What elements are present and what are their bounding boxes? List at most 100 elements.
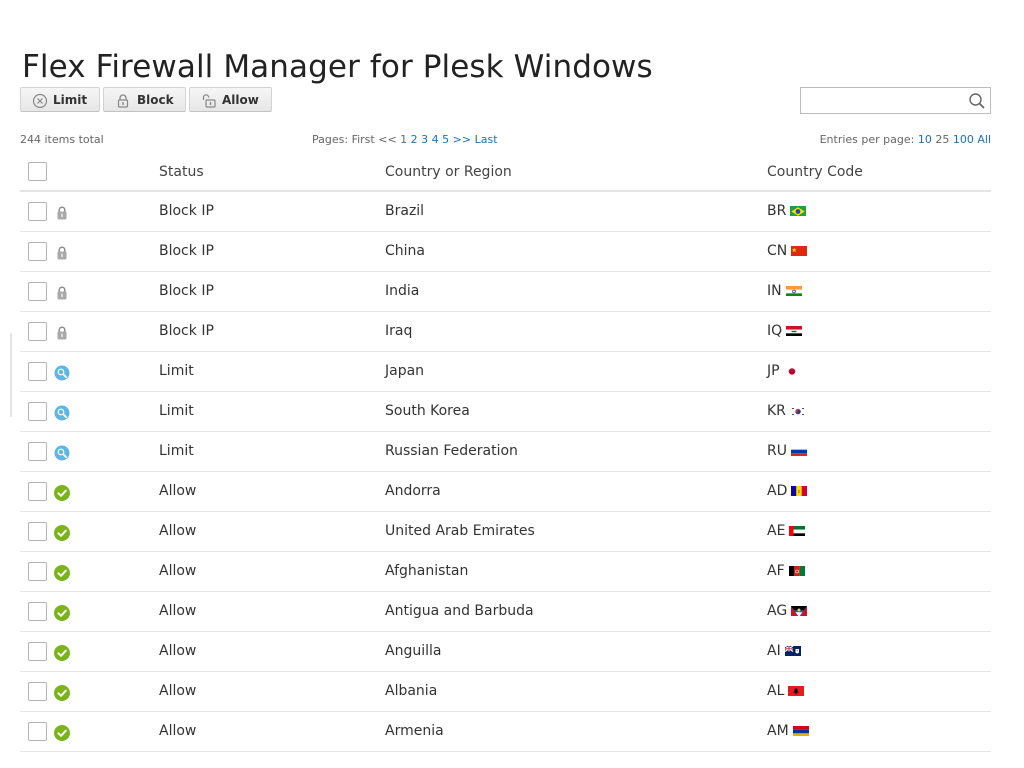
page-link[interactable]: 4 [432,133,439,146]
header-status[interactable]: Status [159,164,204,181]
flag-af-icon [788,565,805,576]
page-link[interactable]: 2 [411,133,418,146]
row-checkbox[interactable] [28,242,47,261]
country-code-cell: AG [767,603,808,620]
table-row[interactable]: Limit Russian Federation RU [20,432,991,472]
table-row[interactable]: Allow Anguilla AI [20,632,991,672]
row-checkbox[interactable] [28,322,47,341]
page-prev: << [378,133,397,146]
row-checkbox[interactable] [28,682,47,701]
country-code-text: AI [767,643,781,659]
status-cell: Block IP [159,203,214,219]
page-next-link[interactable]: >> [453,133,471,146]
table-row[interactable]: Block IP Iraq IQ [20,312,991,352]
table-row[interactable]: Block IP India IN [20,272,991,312]
country-cell: Brazil [385,203,425,219]
table-body: Block IP Brazil BR Block IP China CN Block IP I… [20,192,991,752]
country-cell: South Korea [385,403,470,419]
country-code-text: CN [767,243,788,259]
allow-icon [54,525,70,541]
allow-icon [54,725,70,741]
country-cell: Anguilla [385,643,442,659]
flag-al-icon [788,685,805,696]
country-code-text: AD [767,483,788,499]
search-input[interactable] [805,91,963,110]
country-cell: United Arab Emirates [385,523,535,539]
header-country[interactable]: Country or Region [385,164,512,181]
search-icon[interactable] [968,92,986,110]
block-button[interactable]: Block [103,87,186,112]
row-checkbox[interactable] [28,202,47,221]
table-row[interactable]: Block IP China CN [20,232,991,272]
page-link[interactable]: 5 [442,133,449,146]
status-cell: Block IP [159,323,214,339]
table-row[interactable]: Allow Antigua and Barbuda AG [20,592,991,632]
entries-label: Entries per page: [819,133,915,146]
country-cell: Japan [385,363,425,379]
country-code-cell: RU [767,443,807,460]
country-cell: Antigua and Barbuda [385,603,534,619]
flag-in-icon [785,285,802,296]
table-row[interactable]: Allow United Arab Emirates AE [20,512,991,552]
lock-icon [115,93,131,109]
country-code-text: AM [767,723,789,739]
country-code-cell: AF [767,563,805,580]
country-code-text: KR [767,403,786,419]
entries-option[interactable]: All [977,133,991,146]
page-last-link[interactable]: Last [475,133,498,146]
select-all-checkbox[interactable] [28,162,47,181]
row-checkbox[interactable] [28,522,47,541]
scrollbar-track[interactable] [10,333,12,417]
row-checkbox[interactable] [28,642,47,661]
flag-jp-icon [783,365,800,376]
country-cell: Andorra [385,483,441,499]
row-checkbox[interactable] [28,722,47,741]
firewall-table: Status Country or Region Country Code Bl… [20,152,991,752]
country-code-cell: IN [767,283,802,300]
country-cell: China [385,243,425,259]
page-first: First [351,133,375,146]
header-country-code[interactable]: Country Code [767,164,863,181]
flag-ae-icon [789,525,806,536]
status-cell: Allow [159,603,197,619]
row-checkbox[interactable] [28,602,47,621]
entries-option[interactable]: 25 [935,133,949,146]
table-row[interactable]: Allow Albania AL [20,672,991,712]
status-cell: Block IP [159,283,214,299]
country-code-text: IQ [767,323,783,339]
country-code-cell: AL [767,683,805,700]
limit-icon [54,445,70,461]
row-checkbox[interactable] [28,282,47,301]
table-row[interactable]: Limit South Korea KR [20,392,991,432]
country-code-cell: IQ [767,323,803,340]
unlock-icon [201,93,217,109]
status-cell: Limit [159,403,194,419]
row-checkbox[interactable] [28,562,47,581]
entries-option[interactable]: 100 [953,133,974,146]
table-row[interactable]: Limit Japan JP [20,352,991,392]
items-total: 244 items total [20,133,104,146]
table-row[interactable]: Allow Armenia AM [20,712,991,752]
row-checkbox[interactable] [28,482,47,501]
status-cell: Block IP [159,243,214,259]
country-code-text: BR [767,203,787,219]
status-cell: Limit [159,443,194,459]
lock-icon [54,245,70,261]
lock-icon [54,205,70,221]
row-checkbox[interactable] [28,402,47,421]
table-row[interactable]: Allow Afghanistan AF [20,552,991,592]
page-link[interactable]: 3 [421,133,428,146]
search-box [800,87,991,114]
flag-iq-icon [786,325,803,336]
flag-cn-icon [791,245,808,256]
row-checkbox[interactable] [28,442,47,461]
limit-button[interactable]: Limit [20,87,100,112]
allow-button[interactable]: Allow [189,87,272,112]
table-row[interactable]: Block IP Brazil BR [20,192,991,232]
entries-option-current[interactable]: 10 [918,133,932,146]
row-checkbox[interactable] [28,362,47,381]
table-row[interactable]: Allow Andorra AD [20,472,991,512]
country-cell: Iraq [385,323,413,339]
country-code-cell: AI [767,643,801,660]
country-code-cell: JP [767,363,800,380]
